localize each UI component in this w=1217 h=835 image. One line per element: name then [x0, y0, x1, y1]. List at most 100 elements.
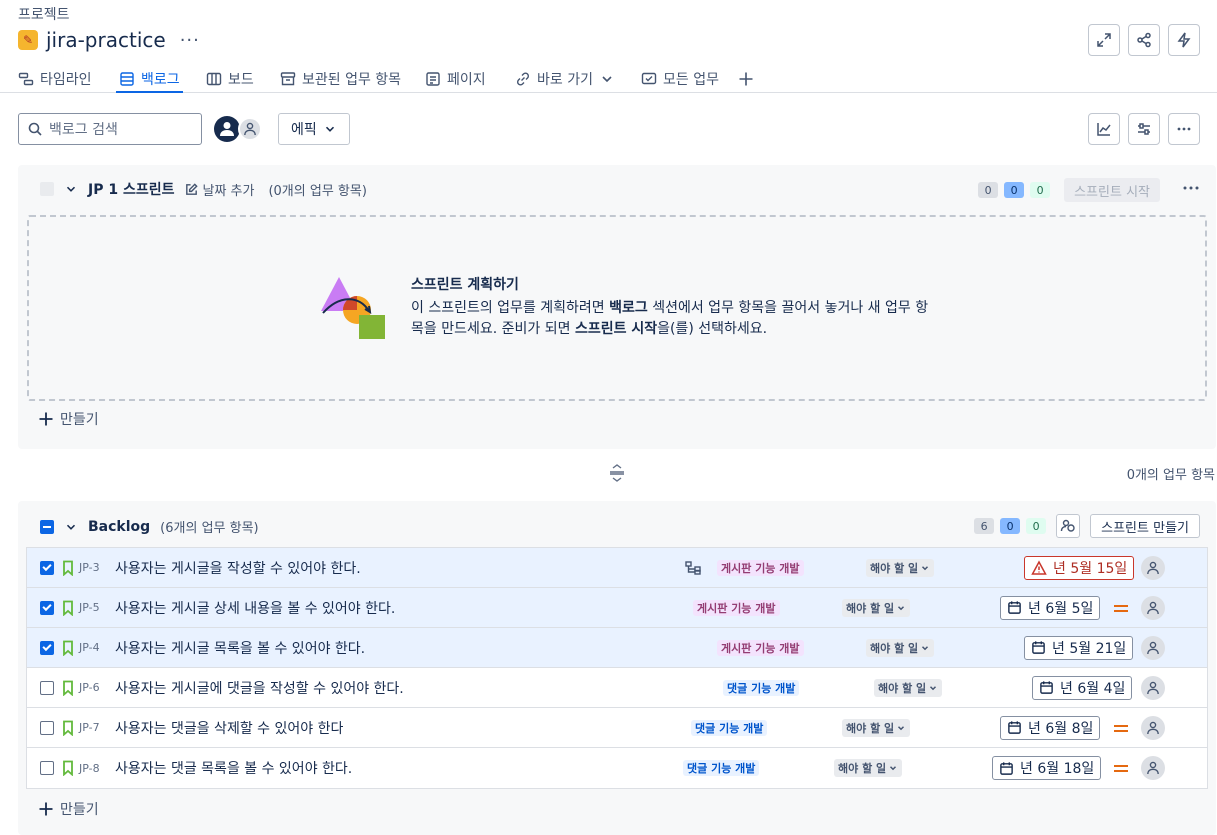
sprint-checkbox[interactable]	[40, 182, 54, 196]
resize-handle-icon[interactable]	[608, 463, 626, 483]
assignee-avatar[interactable]	[1141, 635, 1165, 660]
chevron-down-icon	[922, 565, 929, 570]
status-dropdown[interactable]: 해야 할 일	[874, 678, 943, 697]
row-checkbox[interactable]	[40, 720, 54, 735]
row-checkbox[interactable]	[40, 680, 54, 695]
status-dropdown[interactable]: 해야 할 일	[866, 558, 935, 577]
calendar-icon	[1032, 641, 1045, 654]
table-row[interactable]: JP-4 사용자는 게시글 목록을 볼 수 있어야 한다. 게시판 기능 개발 …	[27, 628, 1207, 668]
tab-shortcuts[interactable]: 바로 가기	[515, 66, 615, 92]
epic-tag[interactable]: 게시판 기능 개발	[717, 639, 804, 656]
issue-key[interactable]: JP-3	[79, 561, 100, 574]
chevron-down-icon[interactable]	[64, 182, 78, 196]
backlog-create-button[interactable]: 만들기	[38, 799, 99, 819]
sprint-drop-zone[interactable]: 스프린트 계획하기 이 스프린트의 업무를 계획하려면 백로그 섹션에서 업무 …	[27, 215, 1207, 401]
issue-key[interactable]: JP-4	[79, 641, 100, 654]
status-dropdown[interactable]: 해야 할 일	[842, 598, 911, 617]
epic-tag[interactable]: 댓글 기능 개발	[723, 679, 800, 696]
fullscreen-button[interactable]	[1088, 24, 1120, 56]
issue-key[interactable]: JP-6	[79, 681, 100, 694]
row-checkbox[interactable]	[40, 600, 54, 615]
epic-tag[interactable]: 게시판 기능 개발	[717, 559, 804, 576]
epic-tag[interactable]: 댓글 기능 개발	[683, 760, 760, 776]
issue-summary[interactable]: 사용자는 게시글 목록을 볼 수 있어야 한다.	[115, 638, 365, 658]
share-button[interactable]	[1128, 24, 1160, 56]
group-by-button[interactable]	[1056, 514, 1081, 538]
page-icon	[426, 72, 440, 86]
epic-tag[interactable]: 댓글 기능 개발	[691, 719, 768, 736]
add-date-button[interactable]: 날짜 추가	[184, 180, 254, 199]
epic-filter-button[interactable]: 에픽	[278, 113, 350, 145]
backlog-actions: 6 0 0 스프린트 만들기	[974, 514, 1200, 538]
assignee-avatar[interactable]	[1141, 756, 1165, 780]
due-date[interactable]: 년 5월 21일	[1024, 635, 1134, 660]
sprint-more-button[interactable]	[1182, 180, 1200, 200]
table-row[interactable]: JP-6 사용자는 게시글에 댓글을 작성할 수 있어야 한다. 댓글 기능 개…	[27, 668, 1207, 708]
automation-button[interactable]	[1168, 24, 1200, 56]
due-date-label: 년 5월 15일	[1053, 560, 1128, 577]
due-date[interactable]: 년 6월 5일	[1000, 595, 1101, 620]
child-issues-icon[interactable]	[685, 561, 701, 575]
issue-summary[interactable]: 사용자는 게시글을 작성할 수 있어야 한다.	[115, 558, 361, 578]
issue-key[interactable]: JP-8	[79, 762, 100, 775]
tab-label: 백로그	[141, 72, 180, 88]
user-icon	[1147, 641, 1159, 654]
status-dropdown[interactable]: 해야 할 일	[834, 759, 903, 777]
assignee-avatar[interactable]	[1141, 555, 1165, 580]
assignee-avatar[interactable]	[1141, 715, 1165, 740]
tab-archived[interactable]: 보관된 업무 항목	[280, 66, 401, 92]
issue-key[interactable]: JP-7	[79, 721, 100, 734]
project-more-button[interactable]: ···	[180, 30, 200, 51]
row-checkbox[interactable]	[40, 761, 54, 775]
view-settings-button[interactable]	[1128, 113, 1160, 145]
issue-summary[interactable]: 사용자는 게시글 상세 내용을 볼 수 있어야 한다.	[115, 598, 395, 618]
status-dropdown[interactable]: 해야 할 일	[842, 718, 911, 737]
tab-all-work[interactable]: 모든 업무	[641, 66, 719, 92]
due-date[interactable]: 년 6월 4일	[1032, 675, 1133, 700]
issue-summary[interactable]: 사용자는 댓글 목록을 볼 수 있어야 한다.	[115, 758, 352, 778]
backlog-title: Backlog	[88, 518, 151, 535]
table-row[interactable]: JP-5 사용자는 게시글 상세 내용을 볼 수 있어야 한다. 게시판 기능 …	[27, 588, 1207, 628]
table-row[interactable]: JP-8 사용자는 댓글 목록을 볼 수 있어야 한다. 댓글 기능 개발 해야…	[27, 748, 1207, 788]
breadcrumb[interactable]: 프로젝트	[18, 4, 70, 24]
due-date[interactable]: 년 6월 18일	[992, 756, 1102, 780]
tab-backlog[interactable]: 백로그	[116, 66, 183, 93]
backlog-item-count: (6개의 업무 항목)	[160, 521, 259, 536]
backlog-checkbox[interactable]	[40, 519, 54, 534]
tab-board[interactable]: 보드	[206, 66, 254, 92]
table-row[interactable]: JP-7 사용자는 댓글을 삭제할 수 있어야 한다 댓글 기능 개발 해야 할…	[27, 708, 1207, 748]
tab-timeline[interactable]: 타임라인	[18, 66, 92, 92]
row-checkbox[interactable]	[40, 640, 54, 655]
sprint-create-button[interactable]: 만들기	[38, 409, 99, 429]
epic-tag[interactable]: 게시판 기능 개발	[693, 599, 780, 616]
search-input[interactable]: 백로그 검색	[18, 113, 202, 145]
due-date[interactable]: 년 5월 15일	[1024, 555, 1135, 580]
avatar-unassigned[interactable]	[238, 117, 262, 141]
issue-summary[interactable]: 사용자는 댓글을 삭제할 수 있어야 한다	[115, 718, 343, 738]
avatar-filter	[214, 116, 262, 142]
sprint-header: JP 1 스프린트 날짜 추가 (0개의 업무 항목)	[40, 179, 367, 199]
backlog-issue-list: JP-3 사용자는 게시글을 작성할 수 있어야 한다. 게시판 기능 개발 해…	[26, 547, 1208, 789]
due-date[interactable]: 년 6월 8일	[1000, 715, 1101, 740]
table-row[interactable]: JP-3 사용자는 게시글을 작성할 수 있어야 한다. 게시판 기능 개발 해…	[27, 548, 1207, 588]
tab-pages[interactable]: 페이지	[425, 66, 486, 92]
due-date-label: 년 6월 4일	[1060, 680, 1126, 697]
chart-line-icon	[1097, 123, 1111, 136]
chevron-down-icon[interactable]	[64, 520, 78, 534]
row-checkbox[interactable]	[40, 560, 54, 575]
assignee-avatar[interactable]	[1141, 595, 1165, 620]
assignee-avatar[interactable]	[1141, 675, 1165, 700]
start-sprint-button[interactable]: 스프린트 시작	[1064, 178, 1160, 202]
more-options-button[interactable]	[1168, 113, 1200, 145]
chevron-down-icon	[602, 76, 612, 83]
chevron-down-icon	[930, 685, 937, 690]
issue-key[interactable]: JP-5	[79, 601, 100, 614]
status-dropdown[interactable]: 해야 할 일	[866, 638, 935, 657]
calendar-icon	[1008, 601, 1021, 614]
insights-button[interactable]	[1088, 113, 1120, 145]
avatar[interactable]	[214, 116, 240, 142]
add-tab-button[interactable]	[738, 66, 754, 92]
user-icon	[1147, 721, 1159, 734]
issue-summary[interactable]: 사용자는 게시글에 댓글을 작성할 수 있어야 한다.	[115, 678, 404, 698]
create-sprint-button[interactable]: 스프린트 만들기	[1090, 514, 1200, 538]
